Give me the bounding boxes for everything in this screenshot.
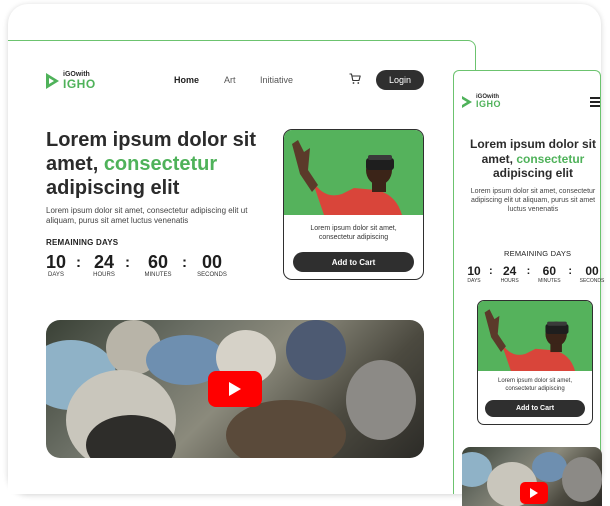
product-image (478, 301, 592, 371)
brand-logo[interactable]: iGOwith IGHO (46, 71, 96, 90)
mobile-remaining-days-label: REMAINING DAYS (504, 249, 572, 258)
mobile-countdown-timer: 10 DAYS : 24 HOURS : 60 MINUTES : 00 SEC… (465, 264, 606, 284)
product-description: Lorem ipsum dolor sit amet, consectetur … (497, 378, 573, 392)
countdown-separator: : (526, 265, 531, 277)
mobile-video-player[interactable] (462, 447, 602, 506)
countdown-days: 10 DAYS (467, 264, 481, 284)
hero-title-highlight: consectetur (103, 153, 218, 175)
brand-line2: IGHO (476, 99, 502, 109)
countdown-timer: 10 DAYS : 24 HOURS : 60 MINUTES : 00 SEC… (46, 252, 229, 278)
mobile-brand-logo[interactable]: iGOwith IGHO (462, 94, 501, 109)
countdown-days: 10 DAYS (45, 252, 67, 278)
add-to-cart-button[interactable]: Add to Cart (485, 400, 585, 417)
countdown-separator: : (76, 254, 81, 271)
mobile-hero-subtitle: Lorem ipsum dolor sit amet, consectetur … (470, 188, 596, 213)
countdown-seconds: 00 SECONDS (579, 264, 605, 284)
countdown-separator: : (568, 265, 573, 277)
cart-icon[interactable] (349, 73, 361, 85)
product-card: Lorem ipsum dolor sit amet, consectetur … (283, 129, 424, 280)
countdown-separator: : (125, 254, 130, 271)
brand-line2: IGHO (63, 77, 96, 91)
countdown-hours: 24 HOURS (500, 264, 519, 284)
countdown-hours: 24 HOURS (93, 252, 115, 278)
menu-icon[interactable] (590, 97, 600, 107)
countdown-separator: : (489, 265, 493, 277)
hero-subtitle: Lorem ipsum dolor sit amet, consectetur … (46, 206, 248, 225)
hero-title: Lorem ipsum dolor sit amet, consectetur … (46, 129, 257, 199)
logo-icon (46, 72, 59, 89)
product-image (284, 130, 423, 215)
countdown-separator: : (182, 254, 187, 271)
mobile-product-card: Lorem ipsum dolor sit amet, consectetur … (477, 300, 593, 425)
add-to-cart-button[interactable]: Add to Cart (293, 252, 414, 272)
video-player[interactable] (46, 320, 424, 458)
login-button[interactable]: Login (376, 70, 424, 90)
countdown-seconds: 00 SECONDS (197, 252, 227, 278)
play-icon[interactable] (208, 371, 262, 407)
nav-item-art[interactable]: Art (224, 75, 236, 85)
play-icon[interactable] (520, 482, 548, 504)
countdown-minutes: 60 MINUTES (144, 252, 172, 278)
countdown-minutes: 60 MINUTES (538, 264, 561, 284)
nav-item-initiative[interactable]: Initiative (260, 75, 293, 85)
nav-item-home[interactable]: Home (174, 75, 199, 85)
remaining-days-label: REMAINING DAYS (46, 238, 119, 247)
mobile-hero-title: Lorem ipsum dolor sit amet, consectetur … (469, 137, 596, 180)
logo-icon (462, 95, 472, 108)
product-description: Lorem ipsum dolor sit amet, consectetur … (310, 225, 397, 241)
